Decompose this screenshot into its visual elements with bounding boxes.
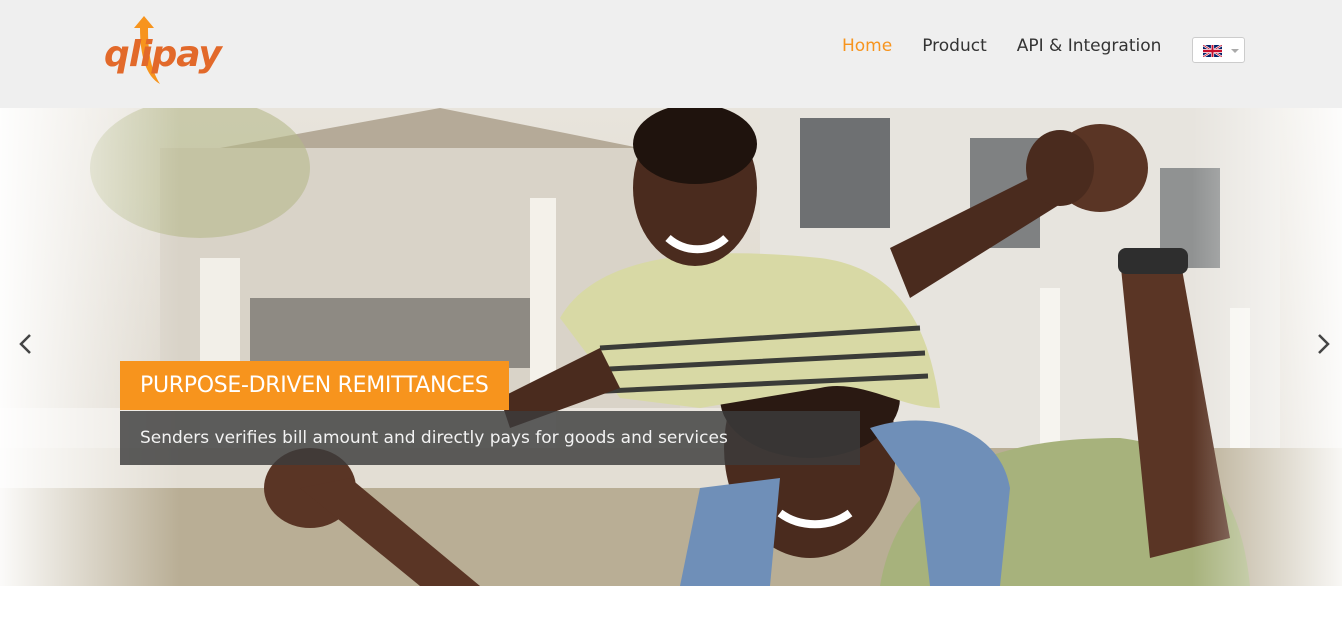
nav-product[interactable]: Product bbox=[922, 36, 987, 56]
chevron-down-icon bbox=[1231, 49, 1239, 53]
logo-text: qlipay bbox=[104, 34, 222, 75]
nav-api-integration[interactable]: API & Integration bbox=[1017, 36, 1162, 56]
hero-carousel: PURPOSE-DRIVEN REMITTANCES Senders verif… bbox=[0, 108, 1342, 586]
uk-flag-icon bbox=[1203, 45, 1222, 57]
carousel-prev-button[interactable] bbox=[12, 330, 42, 360]
hero-title: PURPOSE-DRIVEN REMITTANCES bbox=[120, 361, 509, 410]
hero-photo bbox=[0, 108, 1342, 586]
language-selector[interactable] bbox=[1192, 37, 1245, 63]
main-nav: Home Product API & Integration bbox=[842, 36, 1161, 56]
chevron-left-icon bbox=[19, 334, 31, 354]
chevron-right-icon bbox=[1318, 334, 1330, 354]
site-header: qlipay Home Product API & Integration bbox=[0, 0, 1342, 108]
hero-subtitle: Senders verifies bill amount and directl… bbox=[120, 411, 860, 465]
nav-home[interactable]: Home bbox=[842, 36, 892, 56]
qlipay-logo[interactable]: qlipay bbox=[104, 12, 228, 88]
carousel-next-button[interactable] bbox=[1308, 330, 1338, 360]
